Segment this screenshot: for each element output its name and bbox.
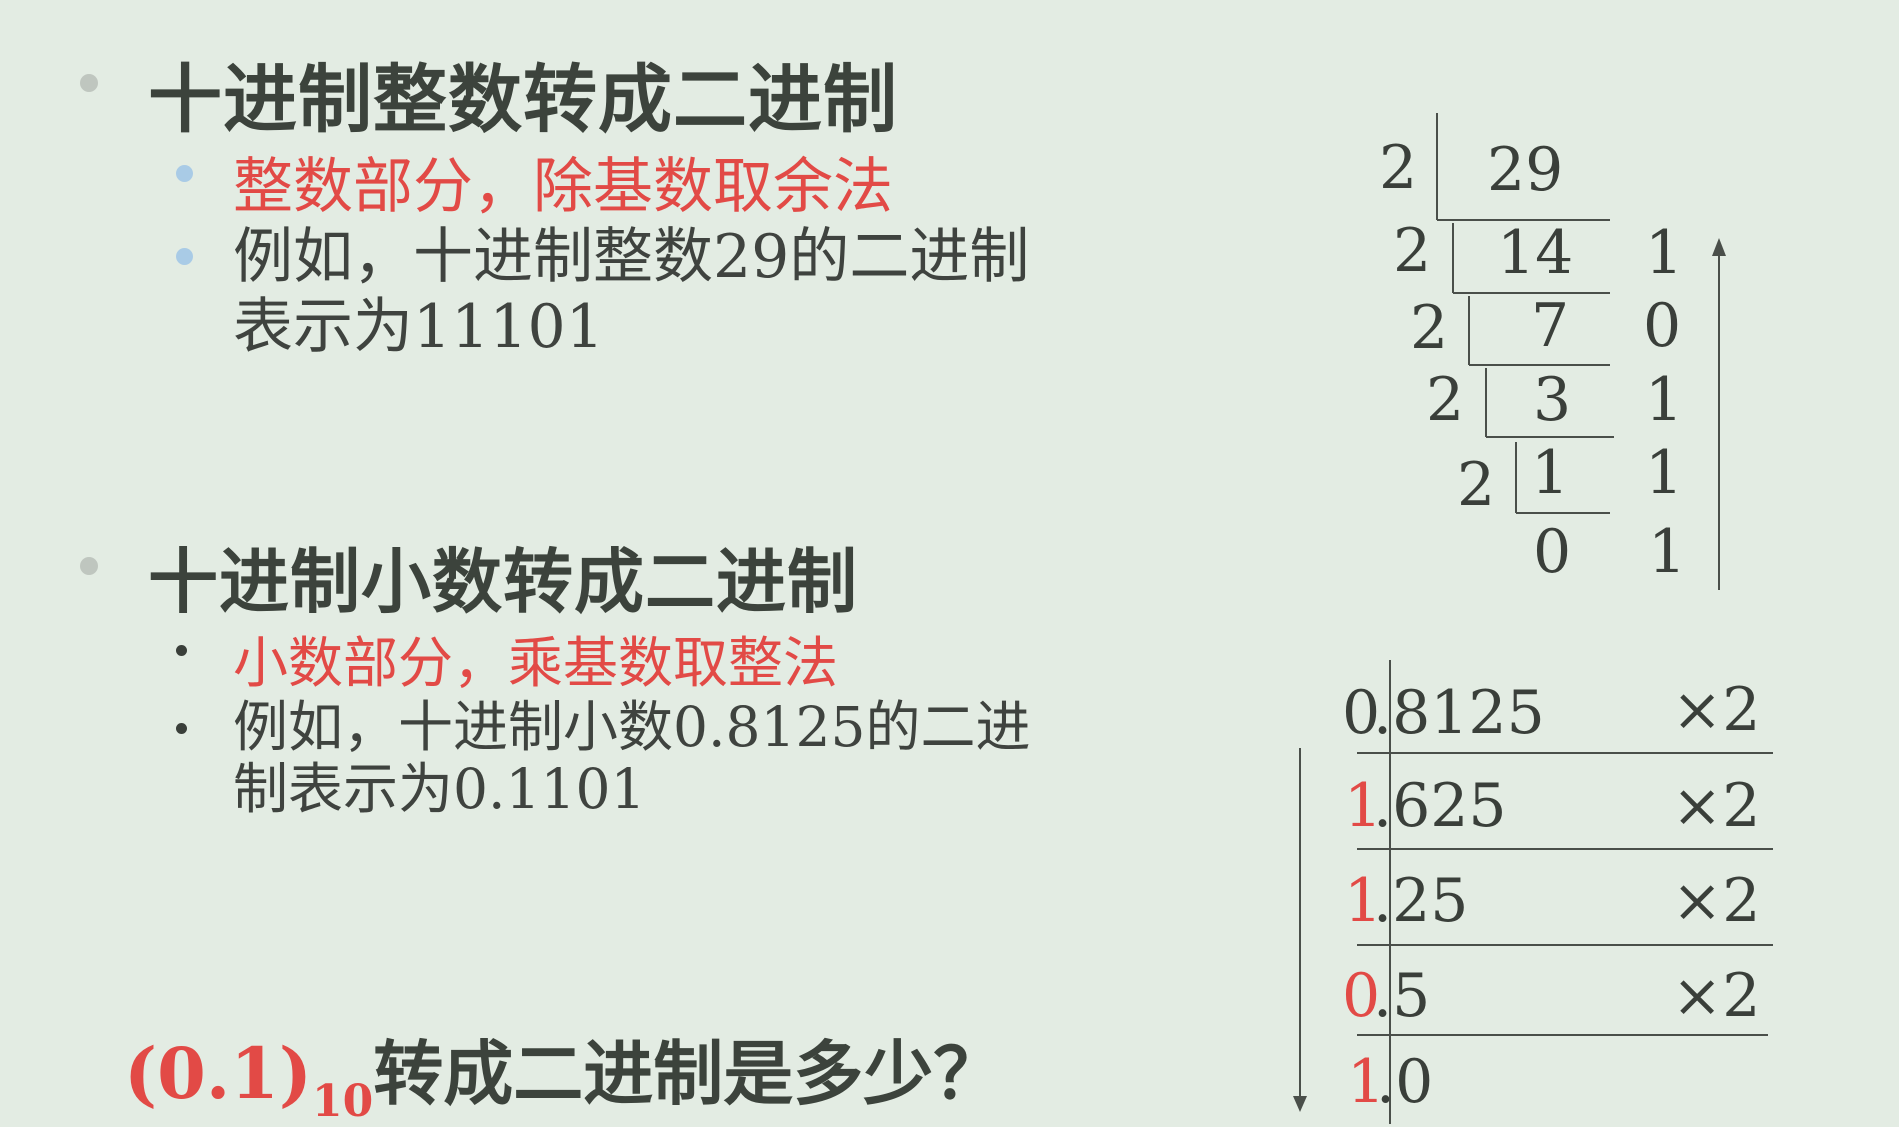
division-quotient: 3 <box>1533 365 1572 435</box>
diagram-lines <box>1293 113 1773 1124</box>
division-quotient: 1 <box>1531 438 1570 508</box>
division-quotient: 0 <box>1533 517 1572 587</box>
division-divisor: 2 <box>1457 450 1496 520</box>
mult-op: ×2 <box>1672 771 1761 841</box>
division-quotient: 14 <box>1497 218 1574 288</box>
division-remainder: 1 <box>1645 438 1684 508</box>
division-divisor: 2 <box>1426 365 1465 435</box>
division-quotient: 7 <box>1531 291 1570 361</box>
division-quotient: 29 <box>1487 135 1564 205</box>
division-divisor: 2 <box>1410 293 1449 363</box>
mult-frac: .25 <box>1373 866 1469 936</box>
mult-op: ×2 <box>1672 675 1761 745</box>
division-remainder: 0 <box>1643 291 1682 361</box>
division-remainder: 1 <box>1645 218 1684 288</box>
division-divisor: 2 <box>1393 216 1432 286</box>
mult-op: ×2 <box>1672 961 1761 1031</box>
down-arrow-head <box>1293 1096 1307 1112</box>
mult-frac: .5 <box>1373 961 1431 1031</box>
mult-op: ×2 <box>1672 866 1761 936</box>
up-arrow-head <box>1712 238 1726 256</box>
division-divisor: 2 <box>1379 133 1418 203</box>
mult-frac: .625 <box>1373 771 1507 841</box>
division-remainder: 1 <box>1645 365 1684 435</box>
division-remainder: 1 <box>1648 517 1687 587</box>
mult-frac: .8125 <box>1373 678 1545 748</box>
mult-frac: .0 <box>1376 1047 1434 1117</box>
